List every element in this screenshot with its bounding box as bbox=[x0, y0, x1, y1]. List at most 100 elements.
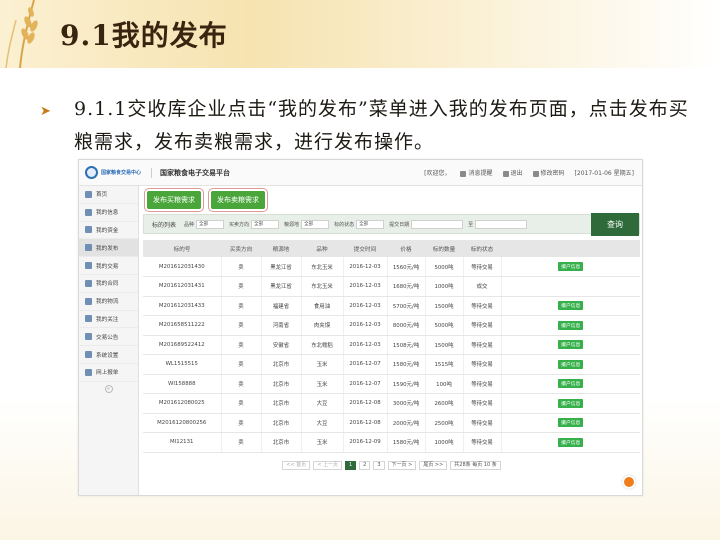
sidebar-item-label: 我的关注 bbox=[96, 316, 119, 323]
status-select[interactable]: 全部 bbox=[356, 219, 385, 229]
table-cell: 卖 bbox=[221, 257, 262, 277]
key-icon bbox=[532, 170, 539, 177]
table-cell: M201612031430 bbox=[143, 257, 222, 277]
buyer-info-button[interactable]: 撮户信息 bbox=[558, 379, 584, 389]
bullet-text: 9.1.1交收库企业点击“我的发布”菜单进入我的发布页面，点击发布买粮需求，发布… bbox=[74, 98, 689, 153]
publish-buy-button[interactable]: 发布买粮需求 bbox=[144, 188, 204, 212]
date-to-input[interactable] bbox=[475, 219, 528, 229]
change-password-link[interactable]: 修改密码 bbox=[532, 168, 565, 177]
action-cell: 撮户信息 bbox=[501, 354, 640, 375]
sidebar-item-online-report[interactable]: 网上报单 bbox=[79, 364, 138, 382]
table-body: M201612031430 卖黑龙江省 东北玉米 2016-12-03 1560元/吨 5… bbox=[143, 257, 640, 453]
app-logo[interactable]: 国家粮食交易中心 bbox=[79, 160, 149, 186]
sidebar-item-my-info[interactable]: 我的信息 bbox=[79, 204, 138, 222]
page-2-button[interactable]: 2 bbox=[359, 460, 371, 470]
filter-label: 买卖方向 bbox=[229, 221, 250, 228]
gear-icon bbox=[85, 351, 92, 359]
table-row: WL151551​5 卖北京市 玉米 2016-12-07 1580元/吨 1515吨 等待… bbox=[143, 354, 640, 375]
sidebar-item-my-contract[interactable]: 我的合同 bbox=[79, 275, 138, 293]
table-cell: 玉米 bbox=[301, 354, 344, 375]
filter-status: 标的状态 全部 bbox=[334, 219, 385, 229]
date-from-input[interactable] bbox=[411, 219, 464, 229]
table-cell: 等待交易 bbox=[463, 374, 502, 394]
sidebar-item-label: 系统设置 bbox=[96, 352, 119, 359]
star-icon bbox=[85, 315, 92, 323]
page-summary: 共28条 每页 10 条 bbox=[450, 460, 501, 470]
table-row: WI158888 卖北京市 玉米 2016-12-07 1590元/吨 100吨 等待交易 撮… bbox=[143, 374, 640, 394]
page-1-button[interactable]: 1 bbox=[344, 460, 357, 470]
sidebar-item-settings[interactable]: 系统设置 bbox=[79, 346, 138, 364]
table-cell: 安徽省 bbox=[261, 335, 302, 355]
prev-page-button[interactable]: < 上一页 bbox=[313, 460, 342, 470]
table-cell: 2600吨 bbox=[425, 393, 464, 414]
action-cell bbox=[501, 276, 640, 297]
sidebar-item-my-trade[interactable]: 我的交易 bbox=[79, 257, 138, 275]
publish-icon bbox=[85, 244, 92, 252]
filter-label: 品种 bbox=[184, 221, 195, 228]
table-cell: 河南省 bbox=[261, 315, 302, 336]
table-cell: 卖 bbox=[221, 335, 262, 355]
first-page-button[interactable]: << 首页 bbox=[282, 460, 311, 470]
table-cell: 2016-12-03 bbox=[343, 276, 388, 297]
buyer-info-button[interactable]: 撮户信息 bbox=[558, 340, 584, 350]
last-page-button[interactable]: 尾页 >> bbox=[419, 460, 448, 470]
buyer-info-button[interactable]: 撮户信息 bbox=[558, 418, 584, 428]
page-3-button[interactable]: 3 bbox=[373, 460, 385, 470]
next-page-button[interactable]: 下一页 > bbox=[387, 460, 417, 470]
wallet-icon bbox=[85, 226, 92, 234]
sidebar-item-announcements[interactable]: 交易公告 bbox=[79, 328, 138, 347]
table-cell: 东北玉米 bbox=[301, 276, 344, 297]
document-icon bbox=[85, 368, 92, 376]
table-cell: 100吨 bbox=[425, 374, 464, 394]
table-cell: 2016-12-03 bbox=[343, 315, 388, 336]
trade-icon bbox=[85, 262, 92, 270]
logout-link[interactable]: 退出 bbox=[502, 168, 523, 177]
table-cell: 1515吨 bbox=[425, 354, 464, 375]
table-cell: M2016120800256 bbox=[143, 413, 222, 433]
current-date: [2017-01-06 星期五] bbox=[574, 170, 634, 177]
contract-icon bbox=[85, 279, 92, 287]
query-button[interactable]: 查询 bbox=[591, 213, 639, 236]
table-row: M201689522412 卖安徽省 东北糯稻 2016-12-03 1508元/吨 15… bbox=[143, 335, 640, 355]
buyer-info-button[interactable]: 撮户信息 bbox=[558, 320, 584, 330]
truck-icon bbox=[85, 297, 92, 305]
filter-date-to: 至 bbox=[468, 219, 528, 229]
table-cell: 黑龙江省 bbox=[261, 276, 302, 297]
table-cell: M201689522412 bbox=[143, 335, 222, 355]
table-cell: 等待交易 bbox=[463, 413, 502, 433]
table-cell: 1500吨 bbox=[425, 296, 464, 316]
buyer-info-button[interactable]: 撮户信息 bbox=[558, 437, 584, 447]
origin-select[interactable]: 全部 bbox=[301, 219, 330, 229]
sidebar-item-my-follow[interactable]: 我的关注 bbox=[79, 311, 138, 329]
table-cell: 1590元/吨 bbox=[387, 374, 426, 394]
buyer-info-button[interactable]: 撮户信息 bbox=[558, 262, 584, 271]
pagination: << 首页 < 上一页 1 2 3 下一页 > 尾页 >> 共28条 每页 10… bbox=[143, 460, 640, 470]
column-header bbox=[501, 240, 640, 257]
sidebar-collapse-icon[interactable]: « bbox=[104, 384, 113, 393]
app-topbar: 国家粮食交易中心 国家粮食电子交易平台 [欢迎您， 消息提醒 退出 修改密码 [… bbox=[79, 160, 642, 186]
table-cell: 1580元/吨 bbox=[387, 354, 426, 375]
table-cell: 2016-12-07 bbox=[343, 354, 388, 375]
filter-label: 提交日期 bbox=[389, 221, 410, 228]
table-cell: 2016-12-09 bbox=[343, 432, 388, 453]
column-header: 标的数量 bbox=[425, 240, 463, 257]
publish-sell-button[interactable]: 发布卖粮需求 bbox=[208, 188, 268, 212]
table-cell: 北京市 bbox=[261, 374, 302, 394]
filter-label: 粮源地 bbox=[284, 221, 300, 228]
chat-icon[interactable] bbox=[622, 475, 636, 489]
buyer-info-button[interactable]: 撮户信息 bbox=[558, 359, 584, 369]
sidebar-item-my-logistics[interactable]: 我的物流 bbox=[79, 293, 138, 311]
sidebar-item-my-publish[interactable]: 我的发布 bbox=[79, 239, 138, 258]
buyer-info-button[interactable]: 撮户信息 bbox=[558, 398, 584, 408]
announcement-icon bbox=[85, 333, 92, 341]
action-cell: 撮户信息 bbox=[501, 413, 640, 433]
sidebar-item-my-funds[interactable]: 我的资金 bbox=[79, 222, 138, 240]
table-cell: MI12131 bbox=[143, 432, 222, 453]
table-cell: 1000吨 bbox=[425, 276, 464, 297]
direction-select[interactable]: 全部 bbox=[251, 219, 280, 229]
sidebar-item-label: 我的发布 bbox=[96, 245, 119, 252]
sidebar-item-home[interactable]: 首页 bbox=[79, 186, 138, 204]
message-remind-link[interactable]: 消息提醒 bbox=[460, 168, 493, 177]
buyer-info-button[interactable]: 撮户信息 bbox=[558, 301, 584, 311]
variety-select[interactable]: 全部 bbox=[196, 219, 225, 229]
